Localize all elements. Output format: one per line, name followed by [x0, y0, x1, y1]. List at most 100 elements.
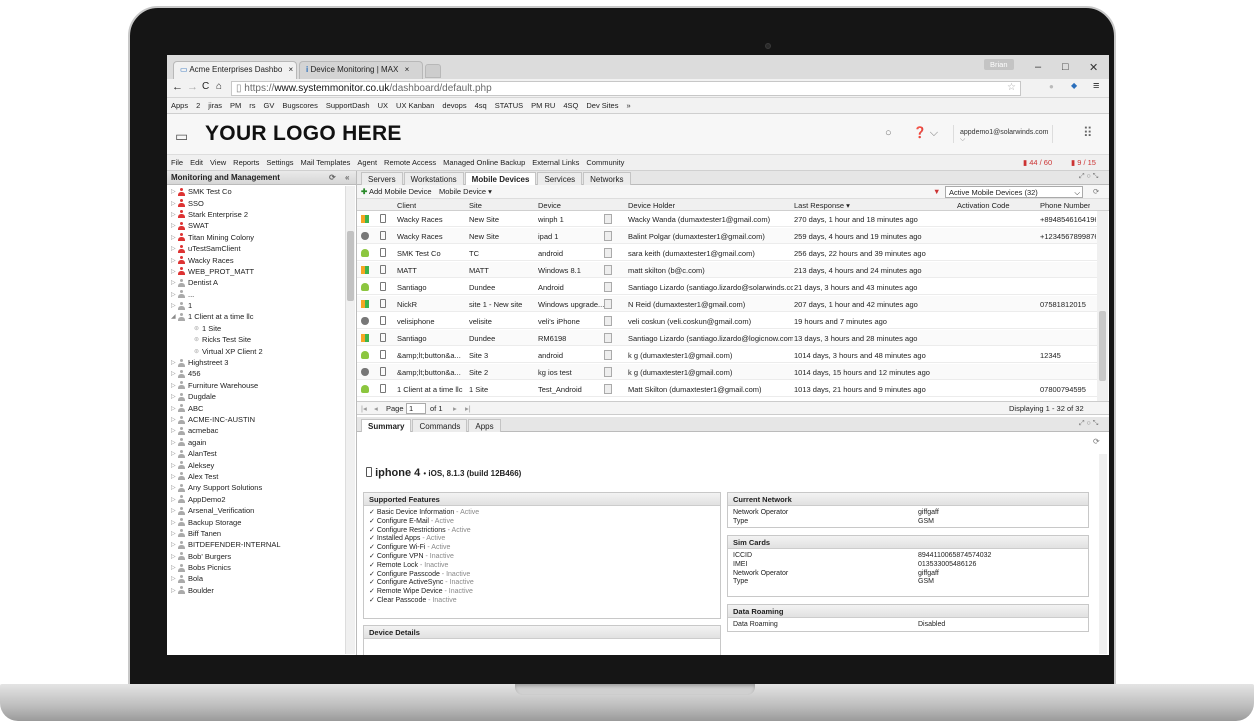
expand-arrow-icon[interactable]: ▷ — [171, 268, 178, 275]
apps-grid-icon[interactable]: ⠿ — [1083, 125, 1093, 141]
menu-item[interactable]: Managed Online Backup — [443, 158, 525, 167]
expand-arrow-icon[interactable]: ▷ — [171, 279, 178, 286]
window-controls-icon[interactable]: ⤢ ○ ⤡ — [1079, 173, 1098, 181]
expand-arrow-icon[interactable]: ▷ — [171, 519, 178, 526]
tree-item[interactable]: ▷ ACME-INC-AUSTIN — [167, 414, 356, 425]
refresh-icon[interactable]: ○ — [885, 127, 892, 139]
expand-arrow-icon[interactable]: ▷ — [171, 427, 178, 434]
profile-name[interactable]: Brian — [984, 59, 1014, 70]
tree-item[interactable]: ▷ Highstreet 3 — [167, 357, 356, 368]
expand-arrow-icon[interactable]: ▷ — [171, 530, 178, 537]
menu-item[interactable]: External Links — [532, 158, 579, 167]
close-icon[interactable]: × — [405, 65, 410, 74]
main-tab[interactable]: Workstations — [403, 172, 464, 185]
mobile-device-menu[interactable]: Mobile Device ▾ — [439, 187, 492, 196]
prev-page-icon[interactable]: ◂ — [374, 404, 378, 413]
summary-scrollbar[interactable] — [1099, 454, 1107, 654]
menu-item[interactable]: Edit — [190, 158, 203, 167]
bookmark-item[interactable]: UX — [378, 101, 388, 110]
bookmark-item[interactable]: 4SQ — [563, 101, 578, 110]
page-input[interactable]: 1 — [406, 403, 426, 414]
expand-arrow-icon[interactable]: ▷ — [171, 405, 178, 412]
tree-item[interactable]: ▷ AlanTest — [167, 448, 356, 459]
col-site[interactable]: Site — [469, 201, 482, 210]
alert-counter-2[interactable]: ▮ 9 / 15 — [1071, 158, 1096, 167]
expand-arrow-icon[interactable]: ▷ — [171, 188, 178, 195]
tree-item[interactable]: ▷ SWAT — [167, 220, 356, 231]
expand-arrow-icon[interactable]: ▷ — [171, 416, 178, 423]
back-icon[interactable]: ← — [172, 81, 183, 93]
tree-item[interactable]: ▷ 1 — [167, 300, 356, 311]
grid-scroll-thumb[interactable] — [1099, 311, 1106, 381]
main-tab[interactable]: Networks — [583, 172, 631, 185]
tree-item[interactable]: ▷ Boulder — [167, 585, 356, 596]
table-row[interactable]: Wacky Races New Site ipad 1 Balint Polgar (… — [357, 228, 1097, 244]
tree-item[interactable]: ▷ Stark Enterprise 2 — [167, 209, 356, 220]
home-icon[interactable]: ⌂ — [216, 81, 222, 92]
bookmark-item[interactable]: SupportDash — [326, 101, 370, 110]
bookmark-item[interactable]: PM — [230, 101, 241, 110]
tree-item[interactable]: ▷ SMK Test Co — [167, 186, 356, 197]
table-row[interactable]: &amp;lt;button&a... Site 3 android k g (dum… — [357, 347, 1097, 363]
tree-item[interactable]: ▷ SSO — [167, 197, 356, 208]
col-device-holder[interactable]: Device Holder — [628, 201, 675, 210]
tree-item[interactable]: ▷ Titan Mining Colony — [167, 232, 356, 243]
expand-arrow-icon[interactable]: ▷ — [171, 575, 178, 582]
table-row[interactable]: SMK Test Co TC android sara keith (dumaxtes… — [357, 245, 1097, 261]
tree-item[interactable]: ▷ Any Support Solutions — [167, 482, 356, 493]
menu-item[interactable]: Settings — [266, 158, 293, 167]
bookmark-item[interactable]: GV — [264, 101, 275, 110]
browser-tab-2[interactable]: i Device Monitoring | MAX × — [299, 61, 423, 79]
expand-arrow-icon[interactable]: ▷ — [171, 462, 178, 469]
expand-arrow-icon[interactable]: ▷ — [171, 359, 178, 366]
table-row[interactable]: Santiago Dundee RM6198 Santiago Lizardo (sa… — [357, 330, 1097, 346]
tree-item[interactable]: ▷ Bob' Burgers — [167, 551, 356, 562]
bookmark-item[interactable]: 4sq — [475, 101, 487, 110]
minimize-button[interactable]: – — [1035, 61, 1041, 73]
menu-item[interactable]: Community — [586, 158, 624, 167]
tree-item[interactable]: ▷ Arsenal_Verification — [167, 505, 356, 516]
bookmark-item[interactable]: PM RU — [531, 101, 555, 110]
bookmark-item[interactable]: » — [626, 101, 630, 110]
tree-item[interactable]: ▷ acmebac — [167, 425, 356, 436]
star-icon[interactable]: ☆ — [1007, 82, 1016, 93]
forward-icon[interactable]: → — [187, 81, 198, 93]
first-page-icon[interactable]: |◂ — [361, 404, 367, 413]
tree-item[interactable]: ▷ Bola — [167, 573, 356, 584]
col-client[interactable]: Client — [397, 201, 416, 210]
tree-item[interactable]: ⊛ Virtual XP Client 2 — [167, 345, 356, 356]
table-row[interactable]: 1 Client at a time llc 1 Site Test_Android… — [357, 381, 1097, 397]
tree-item[interactable]: ◢ 1 Client at a time llc — [167, 311, 356, 322]
expand-arrow-icon[interactable]: ▷ — [171, 245, 178, 252]
table-row[interactable]: &amp;lt;button&a... Site 2 kg ios test k g … — [357, 364, 1097, 380]
refresh-icon[interactable]: ⟳ — [329, 173, 336, 182]
left-scroll-thumb[interactable] — [347, 231, 354, 301]
tree-item[interactable]: ▷ Dentist A — [167, 277, 356, 288]
maximize-button[interactable]: □ — [1062, 61, 1069, 73]
tree-item[interactable]: ▷ ABC — [167, 402, 356, 413]
menu-item[interactable]: Agent — [357, 158, 377, 167]
table-row[interactable]: velisiphone velisite veli's iPhone veli cos… — [357, 313, 1097, 329]
expand-arrow-icon[interactable]: ▷ — [171, 257, 178, 264]
tree-item[interactable]: ▷ Aleksey — [167, 459, 356, 470]
expand-arrow-icon[interactable]: ▷ — [171, 507, 178, 514]
expand-arrow-icon[interactable]: ▷ — [171, 541, 178, 548]
tree-item[interactable]: ⊛ Ricks Test Site — [167, 334, 356, 345]
alert-counter-1[interactable]: ▮ 44 / 60 — [1023, 158, 1052, 167]
col-phone-number[interactable]: Phone Number — [1040, 201, 1090, 210]
expand-arrow-icon[interactable]: ▷ — [171, 450, 178, 457]
tree-item[interactable]: ▷ uTestSamClient — [167, 243, 356, 254]
expand-arrow-icon[interactable]: ▷ — [171, 439, 178, 446]
expand-arrow-icon[interactable]: ▷ — [171, 291, 178, 298]
table-row[interactable]: Santiago Dundee Android Santiago Lizardo (s… — [357, 279, 1097, 295]
left-scrollbar[interactable] — [345, 186, 355, 654]
refresh-icon[interactable]: ⟳ — [1093, 187, 1099, 196]
menu-icon[interactable]: ≡ — [1093, 80, 1099, 92]
add-mobile-device-button[interactable]: ✚ Add Mobile Device — [361, 187, 432, 196]
main-tab[interactable]: Servers — [361, 172, 403, 185]
expand-arrow-icon[interactable]: ▷ — [171, 393, 178, 400]
bookmark-item[interactable]: rs — [249, 101, 255, 110]
tree-item[interactable]: ▷ Furniture Warehouse — [167, 380, 356, 391]
tree-item[interactable]: ▷ BITDEFENDER-INTERNAL — [167, 539, 356, 550]
expand-arrow-icon[interactable]: ◢ — [171, 313, 178, 320]
